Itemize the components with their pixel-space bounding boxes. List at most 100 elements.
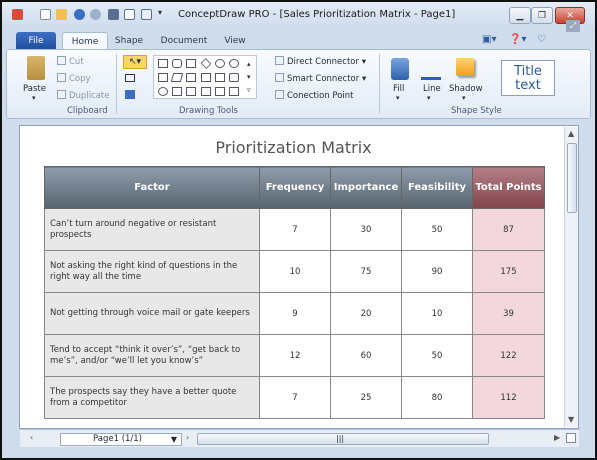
pentagon-shape-icon[interactable] [186,73,196,82]
ring-shape-icon[interactable] [158,87,168,96]
maximize-button[interactable]: ❐ [531,7,553,24]
header-feasibility: Feasibility [401,166,473,209]
vertical-scrollbar[interactable]: ▲ ▼ [564,127,578,427]
chevron-shape-icon[interactable] [229,87,239,96]
open-folder-icon[interactable] [56,9,67,20]
direct-connector-label: Direct Connector [287,57,359,67]
minimize-button[interactable]: ▁ [509,7,531,24]
triangle-shape-icon[interactable] [158,73,168,82]
scroll-down-icon[interactable]: ▼ [568,415,574,424]
next-page-icon[interactable]: › [186,433,189,442]
header-factor: Factor [44,166,260,209]
double-arrow-shape-icon[interactable] [215,87,225,96]
arrow-shape-icon[interactable] [201,87,211,96]
scroll-right-icon[interactable]: ▶ [554,433,560,442]
fill-icon[interactable] [391,58,409,80]
vertical-scroll-thumb[interactable] [567,143,577,213]
cut-button[interactable]: Cut [57,56,84,67]
gallery-scroll-icon[interactable]: ▴ ▾ ▿ [247,58,251,97]
line-button[interactable]: Line [423,84,441,94]
smart-connector-icon [275,73,284,82]
diamond-shape-icon[interactable] [200,58,212,69]
cylinder-shape-icon[interactable] [229,73,239,82]
duplicate-button[interactable]: Duplicate [57,90,110,101]
undo-icon[interactable] [74,9,85,20]
copy-button[interactable]: Copy [57,73,91,84]
scroll-up-icon[interactable]: ▲ [568,129,574,138]
previous-page-icon[interactable]: ‹ [30,433,33,442]
feasibility-cell: 50 [401,208,473,251]
smart-connector-button[interactable]: Smart Connector ▾ [275,73,366,84]
text-style-preview[interactable]: Title text [501,60,555,96]
line-dropdown-icon[interactable]: ▾ [427,94,431,102]
table-row: Can’t turn around negative or resistant … [44,208,545,251]
text-tool-icon[interactable] [125,90,135,99]
window-layout-icon[interactable]: ▣▾ [482,34,496,45]
tab-document[interactable]: Document [158,32,210,50]
circle-shape-icon[interactable] [229,59,239,68]
paste-button[interactable]: Paste [23,84,46,94]
page-title: Prioritization Matrix [215,138,372,157]
frequency-cell: 7 [259,376,331,419]
table-icon[interactable] [141,9,152,20]
table-row: Tend to accept “think it over’s”, “get b… [44,334,545,377]
connection-point-button[interactable]: Conection Point [275,90,354,101]
shadow-button[interactable]: Shadow [449,84,483,94]
rounded-rectangle-shape-icon[interactable] [172,59,182,68]
select-pointer-icon[interactable]: ↖▾ [123,55,147,69]
parallelogram-shape-icon[interactable] [170,73,184,82]
hexagon-shape-icon[interactable] [201,73,211,82]
tab-shape[interactable]: Shape [112,32,146,50]
star-shape-icon[interactable] [172,87,182,96]
paste-dropdown-icon[interactable]: ▾ [32,94,36,102]
text-style-preview-line1: Title [514,64,542,79]
total-points-cell: 39 [472,292,545,335]
factor-cell: Tend to accept “think it over’s”, “get b… [44,334,260,377]
new-document-icon[interactable] [40,9,51,20]
rectangle-shape-icon[interactable] [158,59,168,68]
copy-icon [57,73,66,82]
rectangle-tool-icon[interactable] [125,74,135,82]
tab-view[interactable]: View [220,32,250,50]
zoom-fit-icon[interactable] [566,433,576,443]
quick-access-dropdown-icon[interactable]: ▾ [158,8,162,17]
scroll-grip-icon: ||| [336,434,345,443]
ellipse-shape-icon[interactable] [215,59,225,68]
app-menu-icon[interactable] [12,9,23,20]
table-header-row: Factor Frequency Importance Feasibility … [44,166,545,209]
line-icon[interactable] [421,58,441,80]
tab-home[interactable]: Home [62,32,108,50]
help-icon[interactable]: ❓▾ [509,34,526,45]
trapezoid-shape-icon[interactable] [186,59,196,68]
cut-label: Cut [69,57,84,67]
fill-dropdown-icon[interactable]: ▾ [396,94,400,102]
shadow-dropdown-icon[interactable]: ▾ [462,94,466,102]
frequency-cell: 12 [259,334,331,377]
page-selector[interactable]: Page1 (1/1) ▼ [60,433,182,446]
total-points-cell: 112 [472,376,545,419]
direct-connector-button[interactable]: Direct Connector ▾ [275,56,366,67]
file-tab[interactable]: File [16,32,56,50]
paste-icon[interactable] [27,56,45,80]
fill-button[interactable]: Fill [393,84,404,94]
print-preview-icon[interactable] [124,9,135,20]
drawing-tools-group-label: Drawing Tools [179,106,238,116]
connection-point-label: Conection Point [287,91,354,101]
shadow-icon[interactable] [456,58,474,76]
horizontal-scroll-thumb[interactable]: ||| [197,433,489,445]
smart-connector-label: Smart Connector [287,74,360,84]
octagon-shape-icon[interactable] [215,73,225,82]
duplicate-icon [57,90,66,99]
feasibility-cell: 80 [401,376,473,419]
cross-shape-icon[interactable] [186,87,196,96]
save-icon[interactable] [108,9,119,20]
page-selector-dropdown-icon[interactable]: ▼ [171,434,177,445]
frequency-cell: 7 [259,208,331,251]
factor-cell: Can’t turn around negative or resistant … [44,208,260,251]
frequency-cell: 10 [259,250,331,293]
feasibility-cell: 50 [401,334,473,377]
total-points-cell: 175 [472,250,545,293]
shapes-gallery[interactable]: ▴ ▾ ▿ [153,55,257,99]
redo-icon[interactable] [90,9,101,20]
ribbon-collapse-icon[interactable]: ♡ [537,34,546,45]
